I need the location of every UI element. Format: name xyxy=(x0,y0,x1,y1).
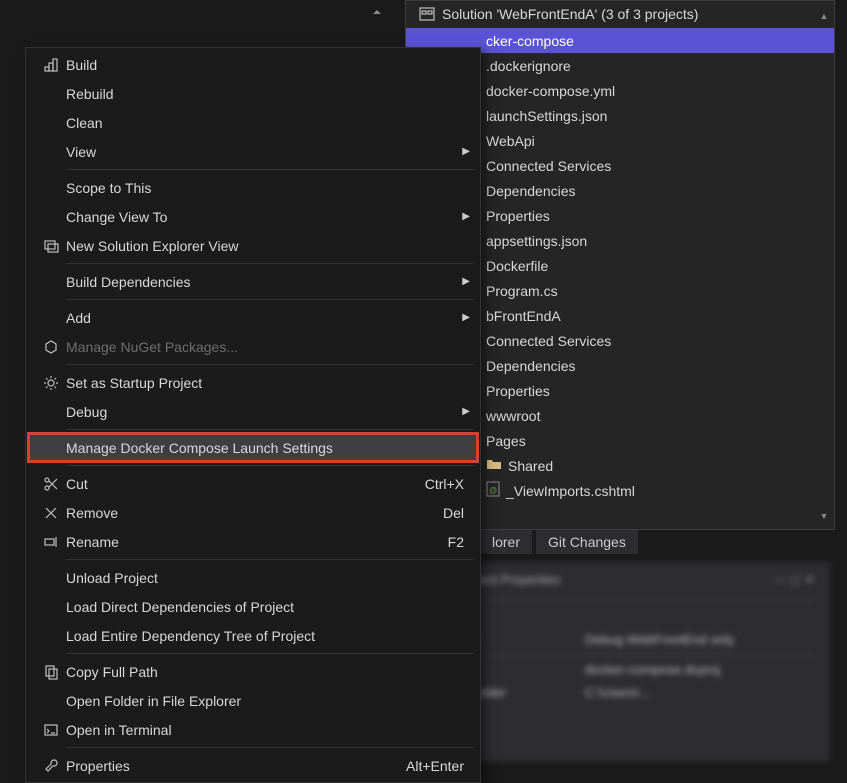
delete-icon xyxy=(36,505,66,521)
rename-icon xyxy=(36,534,66,550)
shortcut-text: Alt+Enter xyxy=(406,758,470,774)
menu-view[interactable]: View ▶ xyxy=(28,137,478,166)
window-controls-icon[interactable]: — ◻ ✕ xyxy=(773,572,815,588)
menu-separator xyxy=(66,169,474,170)
menu-build[interactable]: Build xyxy=(28,50,478,79)
menu-clean[interactable]: Clean xyxy=(28,108,478,137)
menu-cut[interactable]: Cut Ctrl+X xyxy=(28,469,478,498)
solution-icon xyxy=(418,6,436,22)
gear-icon xyxy=(36,375,66,391)
terminal-icon xyxy=(36,722,66,738)
menu-load-direct[interactable]: Load Direct Dependencies of Project xyxy=(28,592,478,621)
scroll-up-icon[interactable]: ▲ xyxy=(817,11,831,21)
menu-startup[interactable]: Set as Startup Project xyxy=(28,368,478,397)
menu-separator xyxy=(66,263,474,264)
solution-label: Solution 'WebFrontEndA' (3 of 3 projects… xyxy=(442,6,698,22)
menu-scope[interactable]: Scope to This xyxy=(28,173,478,202)
menu-rebuild[interactable]: Rebuild xyxy=(28,79,478,108)
folder-icon xyxy=(486,457,502,474)
scissors-icon xyxy=(36,476,66,492)
menu-docker-launch[interactable]: Manage Docker Compose Launch Settings xyxy=(28,433,478,462)
menu-copy-path[interactable]: Copy Full Path xyxy=(28,657,478,686)
menu-remove[interactable]: Remove Del xyxy=(28,498,478,527)
shortcut-text: Ctrl+X xyxy=(425,476,470,492)
menu-separator xyxy=(66,559,474,560)
copy-icon xyxy=(36,664,66,680)
menu-separator xyxy=(66,364,474,365)
menu-separator xyxy=(66,653,474,654)
chevron-right-icon: ▶ xyxy=(456,211,470,222)
scroll-down-icon[interactable]: ▼ xyxy=(817,511,831,521)
svg-text:@: @ xyxy=(489,486,497,495)
chevron-right-icon: ▶ xyxy=(456,312,470,323)
context-menu: Build Rebuild Clean View ▶ Scope to This… xyxy=(25,47,481,783)
menu-separator xyxy=(66,299,474,300)
wrench-icon xyxy=(36,758,66,774)
menu-add[interactable]: Add ▶ xyxy=(28,303,478,332)
menu-rename[interactable]: Rename F2 xyxy=(28,527,478,556)
chevron-right-icon: ▶ xyxy=(456,406,470,417)
tab-solution-explorer[interactable]: lorer xyxy=(480,530,532,554)
shortcut-text: Del xyxy=(443,505,470,521)
file-icon: @ xyxy=(486,481,500,500)
chevron-right-icon: ▶ xyxy=(456,146,470,157)
shortcut-text: F2 xyxy=(448,534,470,550)
properties-section: opose xyxy=(425,607,815,622)
menu-open-terminal[interactable]: Open in Terminal xyxy=(28,715,478,744)
menu-change-view[interactable]: Change View To ▶ xyxy=(28,202,478,231)
chevron-right-icon: ▶ xyxy=(456,276,470,287)
menu-open-explorer[interactable]: Open Folder in File Explorer xyxy=(28,686,478,715)
new-window-icon xyxy=(36,238,66,254)
menu-new-explorer[interactable]: New Solution Explorer View xyxy=(28,231,478,260)
menu-separator xyxy=(66,747,474,748)
menu-separator xyxy=(66,429,474,430)
menu-separator xyxy=(66,465,474,466)
menu-nuget: Manage NuGet Packages... xyxy=(28,332,478,361)
build-icon xyxy=(36,57,66,73)
menu-unload[interactable]: Unload Project xyxy=(28,563,478,592)
menu-properties[interactable]: Properties Alt+Enter xyxy=(28,751,478,780)
menu-load-tree[interactable]: Load Entire Dependency Tree of Project xyxy=(28,621,478,650)
solution-node[interactable]: Solution 'WebFrontEndA' (3 of 3 projects… xyxy=(406,1,834,26)
nuget-icon xyxy=(36,339,66,355)
scroll-up-arrow[interactable] xyxy=(370,5,384,19)
menu-debug[interactable]: Debug ▶ xyxy=(28,397,478,426)
menu-build-deps[interactable]: Build Dependencies ▶ xyxy=(28,267,478,296)
panel-tabs: lorer Git Changes xyxy=(480,530,638,554)
scrollbar[interactable]: ▲ ▼ xyxy=(817,11,831,521)
tab-git-changes[interactable]: Git Changes xyxy=(536,530,638,554)
